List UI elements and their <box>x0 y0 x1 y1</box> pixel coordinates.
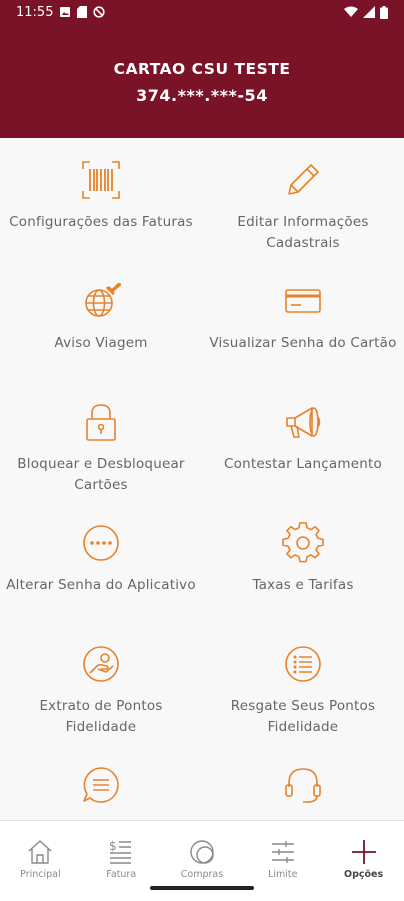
option-support[interactable] <box>202 743 404 820</box>
option-label: Taxas e Tarifas <box>252 577 354 593</box>
option-label: Aviso Viagem <box>54 335 148 351</box>
nav-label: Fatura <box>106 869 137 880</box>
option-invoice-settings[interactable]: Configurações das Faturas <box>0 138 202 259</box>
card-header: CARTAO CSU TESTE 374.***.***-54 <box>0 24 404 138</box>
status-time: 11:55 <box>16 4 54 20</box>
photo-notification-icon <box>60 7 71 17</box>
pencil-icon <box>288 164 319 195</box>
megaphone-icon <box>286 407 321 438</box>
signal-icon <box>363 6 375 18</box>
globe-plane-icon <box>85 282 122 317</box>
nav-label: Compras <box>180 869 224 880</box>
option-label: Contestar Lançamento <box>224 456 382 472</box>
home-icon <box>28 840 52 864</box>
option-fees-rates[interactable]: Taxas e Tarifas <box>202 501 404 622</box>
option-view-card-password[interactable]: Visualizar Senha do Cartão <box>202 259 404 380</box>
nav-label: Principal <box>20 869 61 880</box>
lock-icon <box>86 404 116 441</box>
gear-icon <box>282 522 324 563</box>
option-travel-notice[interactable]: Aviso Viagem <box>0 259 202 380</box>
do-not-disturb-icon <box>93 6 106 18</box>
option-label: Visualizar Senha do Cartão <box>209 335 397 351</box>
headset-icon <box>285 768 321 803</box>
nav-label: Limite <box>268 869 298 880</box>
sd-card-icon <box>77 6 88 18</box>
option-label: Bloquear e Desbloquear Cartões <box>17 456 185 493</box>
option-label: Configurações das Faturas <box>9 214 193 230</box>
option-redeem-loyalty-points[interactable]: Resgate Seus Pontos Fidelidade <box>202 622 404 743</box>
home-indicator[interactable] <box>150 886 254 890</box>
card-name: CARTAO CSU TESTE <box>113 60 291 78</box>
option-label: Alterar Senha do Aplicativo <box>6 577 196 593</box>
plus-icon <box>351 840 376 864</box>
option-dispute-transaction[interactable]: Contestar Lançamento <box>202 380 404 501</box>
sliders-icon <box>271 841 294 863</box>
barcode-icon <box>82 161 120 199</box>
option-edit-registration[interactable]: Editar Informações Cadastrais <box>202 138 404 259</box>
wifi-icon <box>344 6 358 17</box>
option-label: Editar Informações Cadastrais <box>237 214 369 251</box>
card-number: 374.***.***-54 <box>136 86 268 105</box>
battery-icon <box>380 5 388 19</box>
nav-label: Opções <box>344 869 384 880</box>
option-loyalty-points-statement[interactable]: Extrato de Pontos Fidelidade <box>0 622 202 743</box>
option-label: Resgate Seus Pontos Fidelidade <box>230 698 376 735</box>
nav-limite[interactable]: Limite <box>242 821 323 887</box>
invoice-icon: $ <box>109 839 132 864</box>
nav-opcoes[interactable]: Opções <box>323 821 404 887</box>
password-dots-icon <box>83 525 119 561</box>
nav-compras[interactable]: Compras <box>162 821 243 887</box>
options-grid: Configurações das Faturas Editar Informa… <box>0 138 404 820</box>
purchases-icon <box>190 840 214 864</box>
option-label: Extrato de Pontos Fidelidade <box>39 698 163 735</box>
hand-coin-icon <box>83 646 119 682</box>
option-change-app-password[interactable]: Alterar Senha do Aplicativo <box>0 501 202 622</box>
list-icon <box>285 646 321 682</box>
option-chat[interactable] <box>0 743 202 820</box>
chat-icon <box>83 767 119 803</box>
nav-fatura[interactable]: $ Fatura <box>81 821 162 887</box>
status-bar: 11:55 <box>0 0 404 24</box>
nav-principal[interactable]: Principal <box>0 821 81 887</box>
option-block-unblock-cards[interactable]: Bloquear e Desbloquear Cartões <box>0 380 202 501</box>
credit-card-icon <box>285 289 321 313</box>
svg-text:$: $ <box>109 839 117 853</box>
